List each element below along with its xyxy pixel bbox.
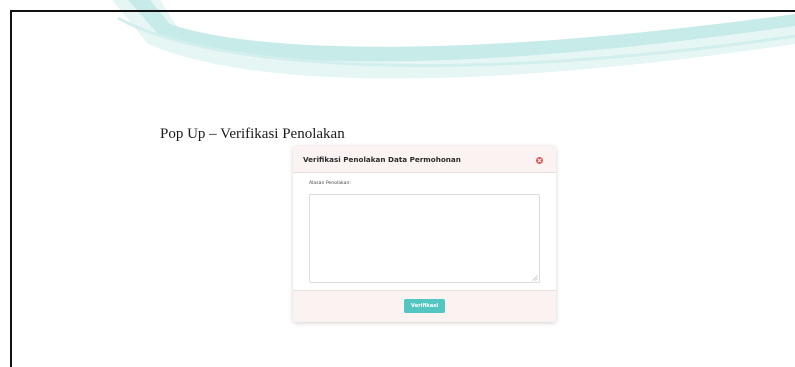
rejection-reason-label: Alasan Penolakan: bbox=[309, 181, 351, 186]
modal-footer: Verifikasi bbox=[293, 290, 556, 323]
document-page: Pop Up – Verifikasi Penolakan Verifikasi… bbox=[0, 0, 795, 367]
watermark-wave-graphic bbox=[112, 0, 795, 79]
document-border-top bbox=[10, 10, 795, 12]
modal-body: Alasan Penolakan: bbox=[293, 173, 556, 290]
rejection-verification-modal: Verifikasi Penolakan Data Permohonan Ala… bbox=[293, 146, 556, 322]
rejection-reason-textarea[interactable] bbox=[309, 194, 540, 283]
close-icon[interactable] bbox=[536, 157, 543, 164]
document-border-left bbox=[10, 10, 12, 367]
modal-header: Verifikasi Penolakan Data Permohonan bbox=[293, 146, 556, 173]
verify-button[interactable]: Verifikasi bbox=[404, 299, 445, 313]
resize-grip-icon[interactable] bbox=[532, 275, 538, 281]
section-caption: Pop Up – Verifikasi Penolakan bbox=[160, 126, 345, 142]
modal-title: Verifikasi Penolakan Data Permohonan bbox=[303, 155, 461, 164]
